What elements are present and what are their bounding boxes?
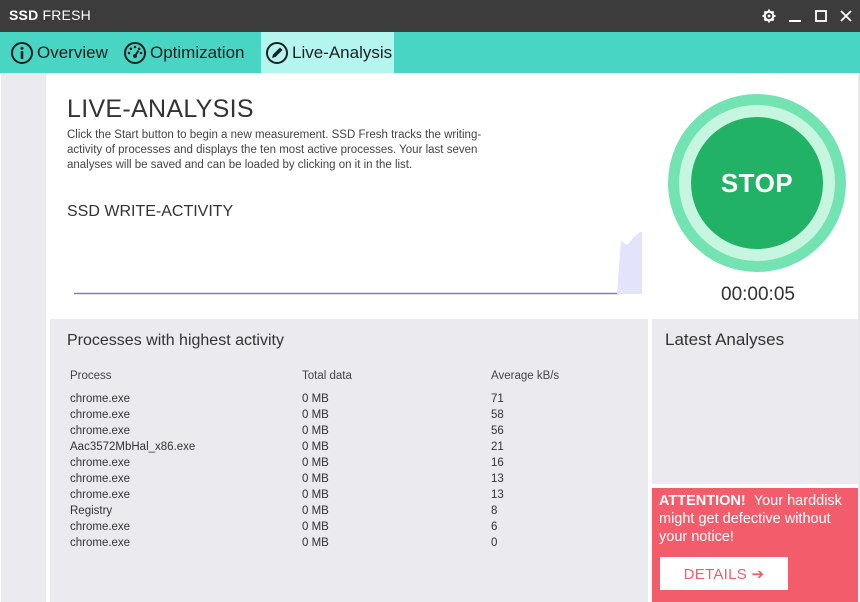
left-strip: [1, 73, 46, 602]
process-total: 0 MB: [302, 457, 329, 469]
close-icon[interactable]: [835, 5, 857, 27]
attention-label: ATTENTION!: [659, 493, 746, 509]
process-name: chrome.exe: [70, 521, 131, 533]
pencil-icon: [265, 41, 289, 65]
process-name: chrome.exe: [70, 473, 131, 485]
chart-heading: SSD WRITE-ACTIVITY: [67, 203, 234, 220]
process-average: 13: [491, 473, 504, 485]
latest-analyses-panel: Latest Analyses: [652, 319, 858, 484]
process-name: chrome.exe: [70, 489, 131, 501]
write-activity-graph: [74, 225, 642, 297]
process-average: 58: [491, 409, 504, 421]
minimize-icon[interactable]: [784, 5, 806, 27]
process-name: Registry: [70, 505, 113, 517]
process-name: chrome.exe: [70, 457, 131, 469]
maximize-icon[interactable]: [810, 5, 832, 27]
app-title: SSD FRESH: [9, 7, 91, 23]
app-title-bold: SSD: [9, 7, 39, 23]
elapsed-timer: 00:00:05: [721, 284, 795, 305]
graph-activity-area: [617, 232, 642, 294]
process-average: 56: [491, 425, 504, 437]
tab-overview-label: Overview: [37, 42, 108, 62]
process-total: 0 MB: [302, 409, 329, 421]
attention-text: ATTENTION! Your harddisk might get defec…: [659, 492, 855, 560]
process-name: chrome.exe: [70, 409, 131, 421]
table-row[interactable]: chrome.exe 0 MB 71: [50, 393, 648, 409]
title-bar: SSD FRESH: [0, 0, 860, 32]
process-total: 0 MB: [302, 537, 329, 549]
process-average: 6: [491, 521, 498, 533]
speedometer-icon: [123, 41, 147, 65]
table-row[interactable]: chrome.exe 0 MB 56: [50, 425, 648, 441]
process-total: 0 MB: [302, 521, 329, 533]
latest-analyses-title: Latest Analyses: [665, 330, 785, 349]
process-average: 13: [491, 489, 504, 501]
processes-title: Processes with highest activity: [67, 332, 284, 349]
app-title-rest: FRESH: [38, 7, 91, 23]
process-name: Aac3572MbHal_x86.exe: [70, 441, 196, 453]
process-total: 0 MB: [302, 441, 329, 453]
details-button[interactable]: DETAILS ➔: [660, 557, 788, 590]
tab-live-analysis-label: Live-Analysis: [292, 42, 393, 62]
process-average: 16: [491, 457, 504, 469]
table-row[interactable]: chrome.exe 0 MB 13: [50, 489, 648, 505]
process-list: chrome.exe 0 MB 71 chrome.exe 0 MB 58 chrome…: [50, 393, 648, 553]
column-header-process[interactable]: Process: [70, 370, 112, 382]
page-description: Click the Start button to begin a new me…: [67, 129, 482, 171]
table-row[interactable]: Registry 0 MB 8: [50, 505, 648, 521]
process-total: 0 MB: [302, 425, 329, 437]
process-average: 71: [491, 393, 504, 405]
column-header-total-data[interactable]: Total data: [302, 370, 352, 382]
gear-icon[interactable]: [758, 5, 780, 27]
table-row[interactable]: Aac3572MbHal_x86.exe 0 MB 21: [50, 441, 648, 457]
process-average: 21: [491, 441, 504, 453]
attention-banner: ATTENTION! Your harddisk might get defec…: [652, 488, 858, 602]
table-row[interactable]: chrome.exe 0 MB 6: [50, 521, 648, 537]
process-average: 8: [491, 505, 498, 517]
process-name: chrome.exe: [70, 537, 131, 549]
tab-live-analysis[interactable]: Live-Analysis: [261, 32, 394, 73]
table-row[interactable]: chrome.exe 0 MB 13: [50, 473, 648, 489]
processes-panel: Processes with highest activity Process …: [50, 319, 648, 602]
process-name: chrome.exe: [70, 425, 131, 437]
table-row[interactable]: chrome.exe 0 MB 16: [50, 457, 648, 473]
stop-button[interactable]: STOP: [691, 117, 823, 249]
column-header-average[interactable]: Average kB/s: [491, 370, 559, 382]
table-row[interactable]: chrome.exe 0 MB 58: [50, 409, 648, 425]
process-name: chrome.exe: [70, 393, 131, 405]
process-total: 0 MB: [302, 393, 329, 405]
process-average: 0: [491, 537, 498, 549]
process-total: 0 MB: [302, 489, 329, 501]
tab-bar: Overview Optimization Live-Analysis: [0, 32, 860, 73]
info-icon: [10, 41, 34, 65]
process-total: 0 MB: [302, 505, 329, 517]
stop-control: STOP: [668, 94, 846, 272]
table-row[interactable]: chrome.exe 0 MB 0: [50, 537, 648, 553]
process-total: 0 MB: [302, 473, 329, 485]
tab-optimization-label: Optimization: [150, 42, 245, 62]
page-title: LIVE-ANALYSIS: [67, 95, 254, 123]
tab-overview[interactable]: Overview: [10, 32, 108, 73]
tab-optimization[interactable]: Optimization: [123, 32, 244, 73]
